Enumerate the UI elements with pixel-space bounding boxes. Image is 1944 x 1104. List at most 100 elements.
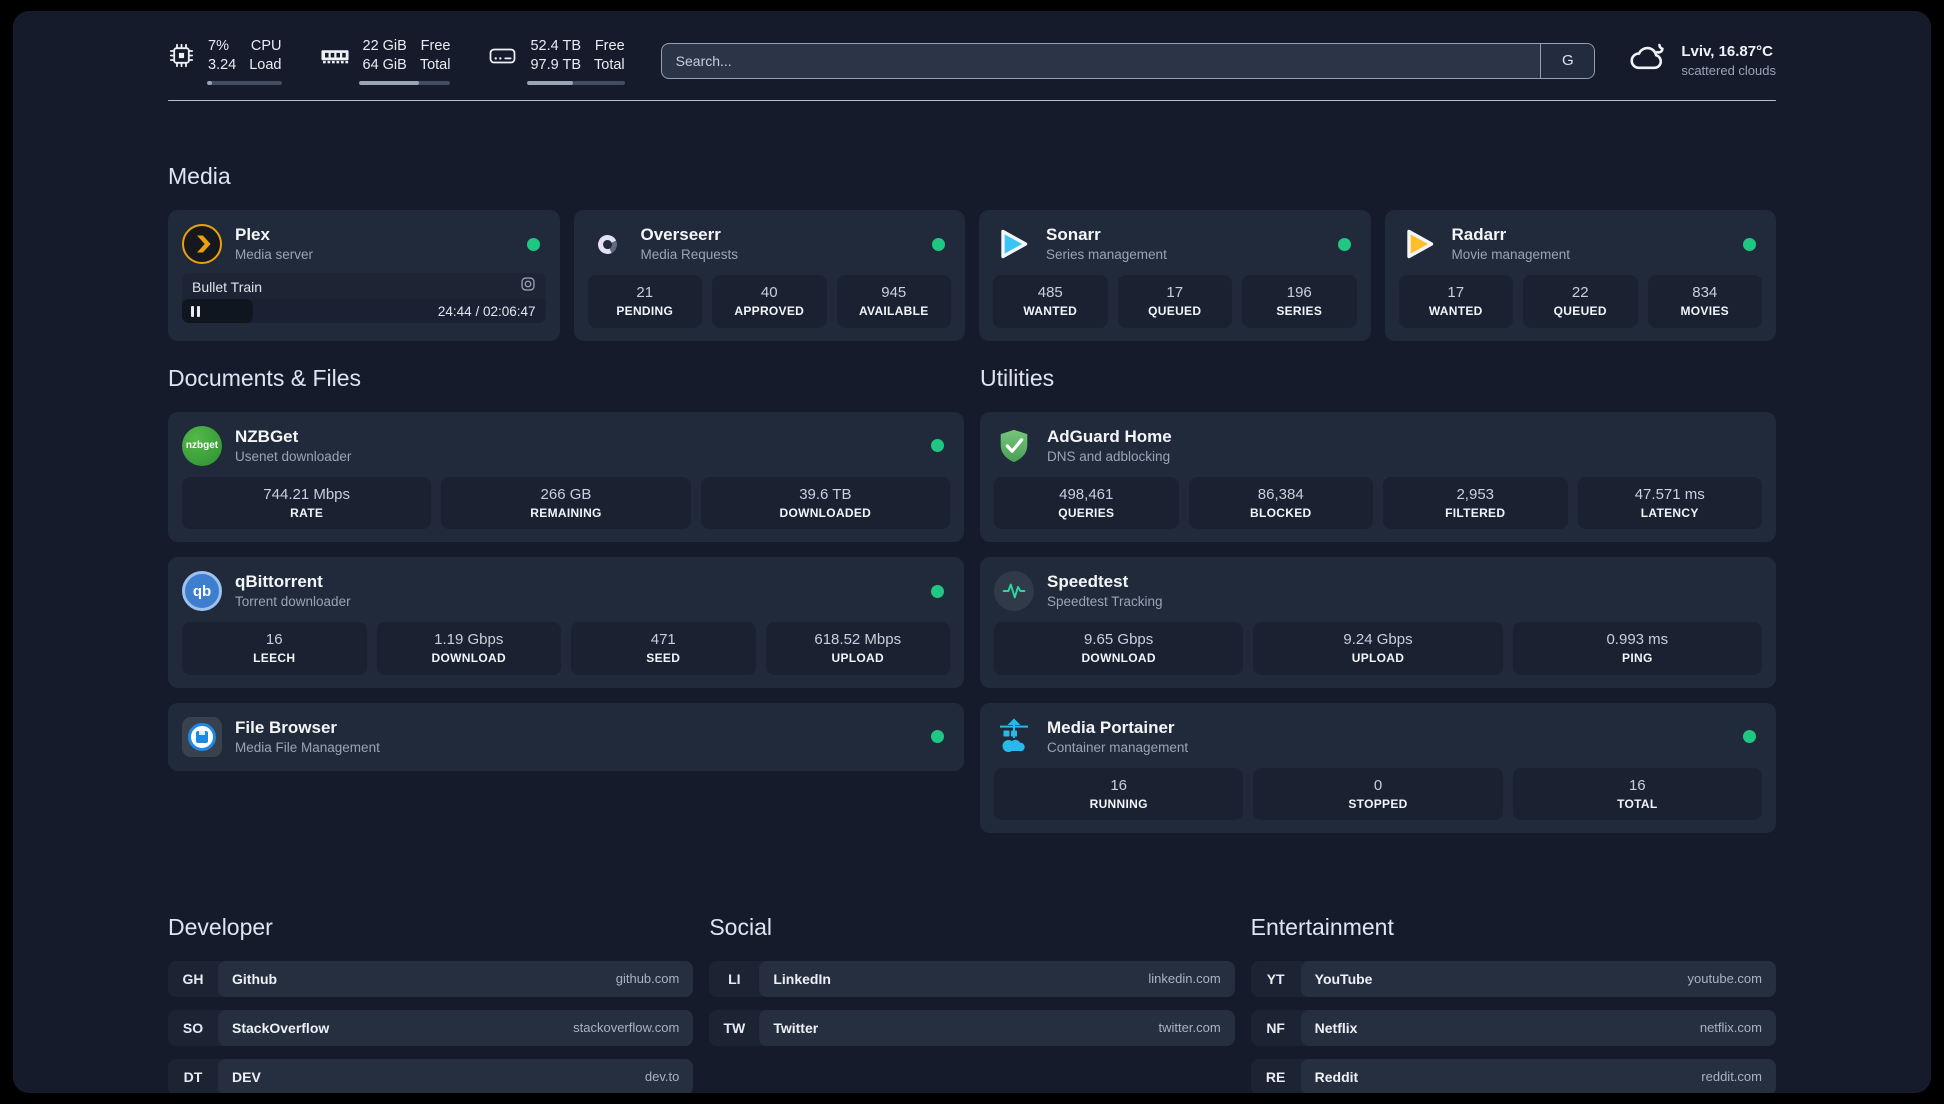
playback-progress-bar[interactable]: 24:44 / 02:06:47 <box>182 299 546 324</box>
nzbget-icon: nzbget <box>182 425 222 466</box>
link-twitter[interactable]: TW Twitter twitter.com <box>709 1009 1235 1046</box>
search-input[interactable] <box>661 43 1541 78</box>
session-icon[interactable] <box>520 276 536 297</box>
utilities-section: Utilities AdGuard Home DNS and adblockin… <box>980 365 1776 848</box>
link-github[interactable]: GH Github github.com <box>168 960 694 997</box>
link-stackoverflow[interactable]: SO StackOverflow stackoverflow.com <box>168 1009 694 1046</box>
radarr-icon <box>1399 224 1439 264</box>
link-reddit[interactable]: RE Reddit reddit.com <box>1250 1058 1776 1093</box>
sonarr-card[interactable]: Sonarr Series management 485 WANTED 17 Q… <box>979 210 1371 341</box>
plex-card[interactable]: Plex Media server Bullet Train 24:44 / 0… <box>168 210 560 341</box>
app-description: Torrent downloader <box>235 594 351 610</box>
link-dev-to[interactable]: DT DEV dev.to <box>168 1058 694 1093</box>
weather-condition: scattered clouds <box>1681 63 1776 79</box>
stat-wanted: 17 WANTED <box>1398 275 1513 328</box>
link-url: stackoverflow.com <box>573 1020 680 1036</box>
link-url: github.com <box>615 971 680 987</box>
sonarr-stats: 485 WANTED 17 QUEUED 196 SERIES <box>993 275 1357 328</box>
link-tag: TW <box>723 1019 746 1036</box>
link-youtube[interactable]: YT YouTube youtube.com <box>1250 960 1776 997</box>
stat-available: 945 AVAILABLE <box>836 275 951 328</box>
link-url: youtube.com <box>1687 971 1762 987</box>
stat-pending: 21 PENDING <box>587 275 702 328</box>
stat-ping: 0.993 ms PING <box>1512 622 1762 675</box>
link-netflix[interactable]: NF Netflix netflix.com <box>1250 1009 1776 1046</box>
stat-download: 1.19 Gbps DOWNLOAD <box>376 622 561 675</box>
link-name: StackOverflow <box>232 1019 330 1036</box>
app-name: Media Portainer <box>1047 717 1175 737</box>
status-dot <box>1743 730 1756 743</box>
filebrowser-card[interactable]: File Browser Media File Management <box>168 702 964 771</box>
link-tag: GH <box>182 970 204 987</box>
dashboard: 7% 3.24 CPU Load 22 GiB 64 GiB Free Tota… <box>13 11 1931 1093</box>
app-description: Media Requests <box>640 247 739 263</box>
stat-upload: 9.24 Gbps UPLOAD <box>1253 622 1503 675</box>
developer-section: Developer GH Github github.com SO StackO… <box>168 913 694 1093</box>
adguard-card[interactable]: AdGuard Home DNS and adblocking 498,461 … <box>980 411 1776 543</box>
link-name: Twitter <box>773 1019 819 1036</box>
link-linkedin[interactable]: LI LinkedIn linkedin.com <box>709 960 1235 997</box>
link-tag: YT <box>1266 970 1285 987</box>
stat-leech: 16 LEECH <box>182 622 367 675</box>
header-divider <box>168 99 1776 102</box>
section-title-utilities: Utilities <box>980 364 1055 391</box>
memory-usage-bar-fill <box>358 80 420 85</box>
speedtest-pulse-icon <box>994 571 1034 612</box>
overseerr-card[interactable]: Overseerr Media Requests 21 PENDING 40 A… <box>573 210 965 341</box>
disk-free-value: 52.4 TB <box>530 38 582 54</box>
stat-blocked: 86,384 BLOCKED <box>1188 476 1373 530</box>
stat-remaining: 266 GB REMAINING <box>441 476 691 530</box>
stat-upload: 618.52 Mbps UPLOAD <box>765 622 950 675</box>
portainer-stats: 16 RUNNING 0 STOPPED 16 TOTAL <box>994 767 1762 820</box>
playback-progress-fill <box>182 299 253 324</box>
documents-section: Documents & Files nzbget NZBGet Usenet d… <box>168 365 964 848</box>
speedtest-card[interactable]: Speedtest Speedtest Tracking 9.65 Gbps D… <box>980 557 1776 688</box>
link-name: Netflix <box>1314 1019 1358 1036</box>
weather-location-temp: Lviv, 16.87°C <box>1681 42 1773 60</box>
link-url: twitter.com <box>1158 1020 1221 1036</box>
link-name: Github <box>232 970 278 987</box>
adguard-shield-icon <box>994 426 1034 466</box>
section-title-entertainment: Entertainment <box>1250 913 1394 940</box>
cpu-usage-bar <box>207 80 282 85</box>
nzbget-card[interactable]: nzbget NZBGet Usenet downloader 744.21 M… <box>168 411 964 543</box>
app-name: Sonarr <box>1046 225 1101 245</box>
section-title-media: Media <box>168 163 231 190</box>
link-url: linkedin.com <box>1148 971 1221 987</box>
pause-icon[interactable] <box>191 305 200 317</box>
qbittorrent-card[interactable]: qb qBittorrent Torrent downloader 16 LEE… <box>168 557 964 688</box>
stat-running: 16 RUNNING <box>994 767 1244 820</box>
nzbget-stats: 744.21 Mbps RATE 266 GB REMAINING 39.6 T… <box>182 476 950 530</box>
status-dot <box>526 237 540 251</box>
top-bar: 7% 3.24 CPU Load 22 GiB 64 GiB Free Tota… <box>168 37 1776 85</box>
stat-series: 196 SERIES <box>1242 275 1357 328</box>
stat-download: 9.65 Gbps DOWNLOAD <box>994 622 1244 675</box>
stat-queries: 498,461 QUERIES <box>994 476 1179 530</box>
link-name: Reddit <box>1314 1068 1359 1085</box>
plex-now-playing-widget: Bullet Train 24:44 / 02:06:47 <box>182 273 546 324</box>
memory-total-label: Total <box>419 56 451 73</box>
link-tag: DT <box>183 1068 203 1085</box>
hard-drive-icon <box>488 44 517 68</box>
radarr-card[interactable]: Radarr Movie management 17 WANTED 22 QUE… <box>1384 210 1776 341</box>
social-section: Social LI LinkedIn linkedin.com TW Twitt… <box>709 914 1235 1093</box>
app-name: File Browser <box>235 717 338 737</box>
stat-approved: 40 APPROVED <box>712 275 827 328</box>
app-description: DNS and adblocking <box>1047 448 1171 464</box>
status-dot <box>932 237 945 251</box>
link-tag: RE <box>1265 1068 1286 1085</box>
section-title-documents: Documents & Files <box>168 364 362 391</box>
cpu-usage-label: CPU <box>250 38 282 54</box>
stat-stopped: 0 STOPPED <box>1253 767 1503 820</box>
app-name: Radarr <box>1451 225 1507 245</box>
portainer-card[interactable]: Media Portainer Container management 16 … <box>980 702 1776 833</box>
search-engine-button[interactable]: G <box>1540 43 1595 78</box>
hardware-stats: 7% 3.24 CPU Load 22 GiB 64 GiB Free Tota… <box>168 37 625 85</box>
disk-total-label: Total <box>594 56 625 73</box>
app-description: Speedtest Tracking <box>1047 594 1163 610</box>
portainer-crane-icon <box>994 717 1034 757</box>
section-title-developer: Developer <box>168 913 273 940</box>
app-description: Media server <box>235 247 314 263</box>
ram-icon <box>320 43 350 68</box>
link-tag: LI <box>728 970 741 987</box>
